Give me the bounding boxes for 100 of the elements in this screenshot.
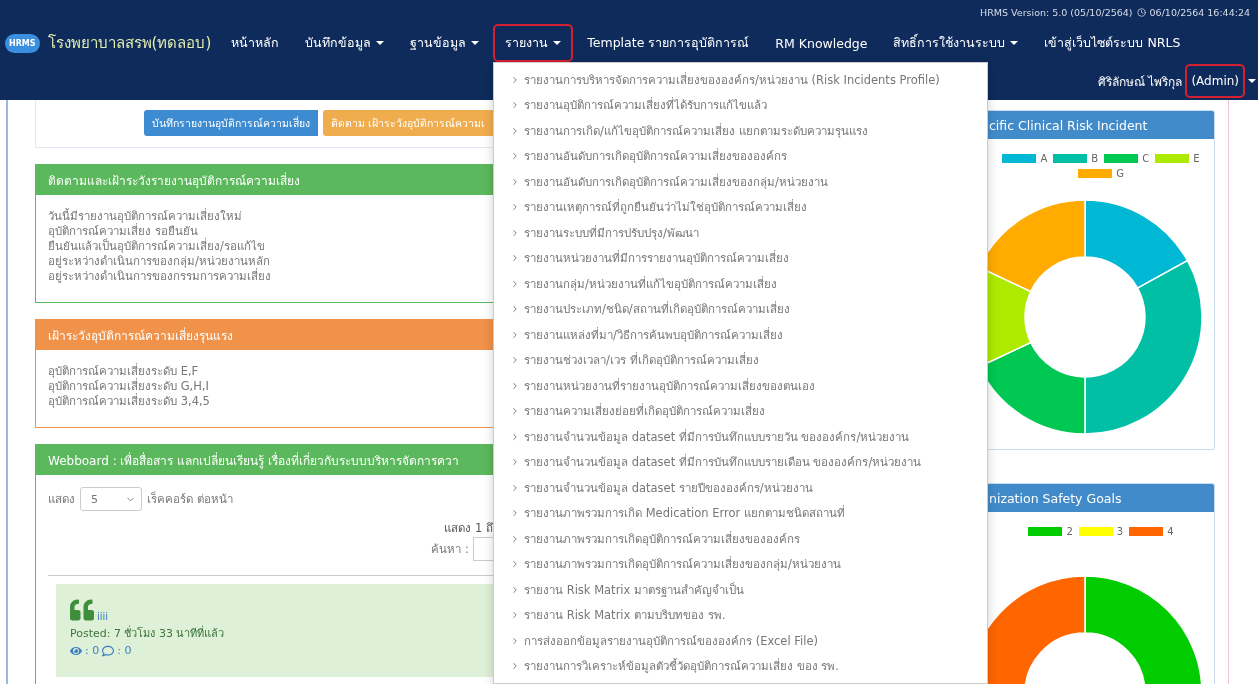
chevron-right-icon (510, 202, 520, 213)
panel-line: อยู่ระหว่างดำเนินการของกรรมการความเสี่ยง (48, 269, 272, 284)
menu-item[interactable]: รายงานหน่วยงานที่มีการรายงานอุบัติการณ์ความเสี่ยง (494, 245, 987, 271)
menu-item[interactable]: รายงานจำนวนข้อมูล dataset รายปีขององค์กร/หน่วยงาน (494, 475, 987, 501)
menu-item[interactable]: รายงาน Risk Matrix ตามบริบทของ รพ. (494, 602, 987, 628)
legend-label: B (1091, 153, 1099, 164)
caret-icon (376, 41, 385, 45)
menu-item[interactable]: รายงานแหล่งที่มา/วิธีการค้นพบอุบัติการณ์ความเสี่ยง (494, 322, 987, 348)
menu-item[interactable]: รายงานภาพรวมการเกิดอุบัติการณ์ความเสี่ยงของกลุ่ม/หน่วยงาน (494, 551, 987, 577)
chevron-right-icon (510, 329, 520, 340)
chevron-right-icon (510, 176, 520, 187)
action-button[interactable]: บันทึกรายงานอุบัติการณ์ความเสี่ยง (143, 110, 318, 136)
legend-label: 3 (1116, 526, 1124, 537)
nav-item[interactable]: Template รายการอุบัติการณ์ (575, 24, 762, 62)
menu-item[interactable]: รายงานภาพรวมการเกิดอุบัติการณ์ความเสี่ยงขององค์กร (494, 526, 987, 552)
nav-item[interactable]: RM Knowledge (763, 24, 880, 62)
menu-item[interactable]: รายงานจำนวนข้อมูล dataset ที่มีการบันทึกแบบรายวัน ขององค์กร/หน่วยงาน (494, 424, 987, 450)
length-suffix: เร็คคอร์ด ต่อหน้า (147, 491, 233, 507)
search-label: ค้นหา : (431, 541, 469, 557)
chart-title: nization Safety Goals (988, 484, 1214, 512)
legend-label: E (1193, 153, 1200, 164)
datetime-text: 06/10/2564 16:44:24 (1149, 6, 1250, 18)
legend-label: C (1142, 153, 1150, 164)
nav-item[interactable]: เข้าสู่เว็บไซต์ระบบ NRLS (1032, 24, 1193, 62)
comment-count: : 0 (117, 644, 132, 657)
chevron-right-icon (510, 431, 520, 442)
menu-item[interactable]: รายงานภาพรวมการเกิด Medication Error แยกตามชนิดสถานที่ (494, 500, 987, 526)
caret-icon (471, 41, 480, 45)
menu-item[interactable]: รายงานเหตุการณ์ที่ถูกยืนยันว่าไม่ใช่อุบัติการณ์ความเสี่ยง (494, 194, 987, 220)
panel-line: ยืนยันแล้วเป็นอุบัติการณ์ความเสี่ยง/รอแก้ไข (48, 239, 266, 254)
chevron-right-icon (510, 508, 520, 519)
search-field[interactable] (473, 537, 493, 561)
chevron-right-icon (510, 457, 520, 468)
logo[interactable]: HRMS (5, 33, 40, 53)
chevron-right-icon (510, 559, 520, 570)
version-text: HRMS Version: 5.0 (05/10/2564) (980, 6, 1133, 18)
comment-icon (102, 644, 115, 657)
chevron-right-icon (510, 125, 520, 136)
panel-header: เฝ้าระวังอุบัติการณ์ความเสี่ยงรุนแรง (36, 320, 493, 350)
menu-item[interactable]: รายงานการวิเคราะห์ข้อมูลตัวชี้วัดอุบัติการณ์ความเสี่ยง ของ รพ. (494, 653, 987, 679)
menu-item[interactable]: รายงานหน่วยงานที่รายงานอุบัติการณ์ความเสี่ยงของตนเอง (494, 373, 987, 399)
chevron-right-icon (510, 304, 520, 315)
chevron-right-icon (510, 100, 520, 111)
legend-label: A (1040, 153, 1048, 164)
chevron-right-icon (510, 533, 520, 544)
menu-item[interactable]: รายงานประเภท/ชนิด/สถานที่เกิดอุบัติการณ์ความเสี่ยง (494, 296, 987, 322)
panel-line: อุบัติการณ์ความเสี่ยงระดับ G,H,I (48, 379, 210, 393)
chevron-right-icon (510, 151, 520, 162)
menu-item[interactable]: รายงานอันดับการเกิดอุบัติการณ์ความเสี่ยงขององค์กร (494, 143, 987, 169)
chart-title: cific Clinical Risk Incident (988, 111, 1214, 139)
hospital-name[interactable]: โรงพยาบาลสรพ(ทดลอบ) (47, 31, 212, 55)
posted-time: Posted: 7 ชั่วโมง 33 นาทีที่แล้ว (70, 624, 226, 642)
menu-item[interactable]: รายงานกลุ่ม/หน่วยงานที่แก้ไขอุบัติการณ์ความเสี่ยง (494, 271, 987, 297)
menu-item[interactable]: รายงานการเกิด/แก้ไขอุบัติการณ์ความเสี่ยง แยกตามระดับความรุนแรง (494, 118, 987, 144)
menu-item[interactable]: รายงานจำนวนข้อมูล dataset ที่มีการบันทึกแบบรายเดือน ขององค์กร/หน่วยงาน (494, 449, 987, 475)
menu-item[interactable]: รายงานอันดับการเกิดอุบัติการณ์ความเสี่ยงของกลุ่ม/หน่วยงาน (494, 169, 987, 195)
page-size-select[interactable]: 5 (80, 487, 142, 511)
chevron-right-icon (510, 278, 520, 289)
length-label: แสดง (48, 491, 75, 507)
menu-item[interactable]: การส่งออกข้อมูลรายงานอุบัติการณ์ขององค์กร (Excel File) (494, 628, 987, 654)
menu-item[interactable]: รายงาน Risk Matrix มาตรฐานสำคัญจำเป็น (494, 577, 987, 603)
panel-line: อุบัติการณ์ความเสี่ยงระดับ E,F (48, 364, 200, 378)
menu-item[interactable]: รายงานการบริหารจัดการความเสี่ยงขององค์กร/หน่วยงาน (Risk Incidents Profile) (494, 67, 987, 93)
menu-item[interactable]: รายงานความเสี่ยงย่อยที่เกิดอุบัติการณ์ความเสี่ยง (494, 398, 987, 424)
nav-item[interactable]: สิทธิ์การใช้งานระบบ (881, 24, 1031, 62)
legend-label: 2 (1066, 526, 1073, 537)
nav-item[interactable]: หน้าหลัก (219, 24, 292, 62)
chevron-right-icon (510, 584, 520, 595)
chevron-right-icon (510, 74, 520, 85)
caret-icon (1248, 79, 1256, 83)
clock-icon (1136, 7, 1146, 17)
chevron-right-icon (510, 355, 520, 366)
chevron-right-icon (510, 635, 520, 646)
view-count: : 0 (85, 644, 100, 657)
menu-item[interactable]: รายงานช่วงเวลา/เวร ที่เกิดอุบัติการณ์ความเสี่ยง (494, 347, 987, 373)
records-info: แสดง 1 ถึ (444, 520, 493, 537)
nav-item[interactable]: บันทึกข้อมูล (293, 24, 397, 62)
chevron-right-icon (510, 227, 520, 238)
panel-line: อุบัติการณ์ความเสี่ยงระดับ 3,4,5 (48, 394, 211, 409)
chevron-right-icon (510, 406, 520, 417)
user-name: ศิริลักษณ์ ไพริกุล (1097, 73, 1183, 91)
chevron-right-icon (510, 661, 520, 672)
panel-header: ติดตามและเฝ้าระวังรายงานอุบัติการณ์ความเสี่ยง (36, 165, 493, 195)
post-title-link[interactable]: iiii (97, 611, 109, 622)
legend-label: 4 (1167, 526, 1174, 537)
caret-icon (1010, 41, 1019, 45)
eye-icon (70, 644, 82, 657)
panel-line: อุบัติการณ์ความเสี่ยง รอยืนยัน (48, 224, 199, 238)
chevron-right-icon (510, 253, 520, 264)
panel-line: วันนี้มีรายงานอุบัติการณ์ความเสี่ยงใหม่ (48, 209, 243, 223)
nav-item[interactable]: ฐานข้อมูล (398, 24, 492, 62)
chevron-right-icon (510, 380, 520, 391)
legend-label: G (1116, 168, 1124, 179)
caret-icon (553, 41, 562, 45)
panel-line: อยู่ระหว่างดำเนินการของกลุ่ม/หน่วยงานหลัก (48, 254, 271, 268)
menu-item[interactable]: รายงานอุบัติการณ์ความเสี่ยงที่ได้รับการแก้ไขแล้ว (494, 92, 987, 118)
menu-item[interactable]: รายงานระบบที่มีการปรับปรุง/พัฒนา (494, 220, 987, 246)
user-menu[interactable]: (Admin) (1185, 64, 1245, 98)
quote-icon (70, 598, 94, 622)
panel-header: Webboard : เพื่อสื่อสาร แลกเปลี่ยนเรียนรู้ เรื่องที่เกี่ยวกับระบบบริหารจัดการควา (36, 445, 493, 475)
